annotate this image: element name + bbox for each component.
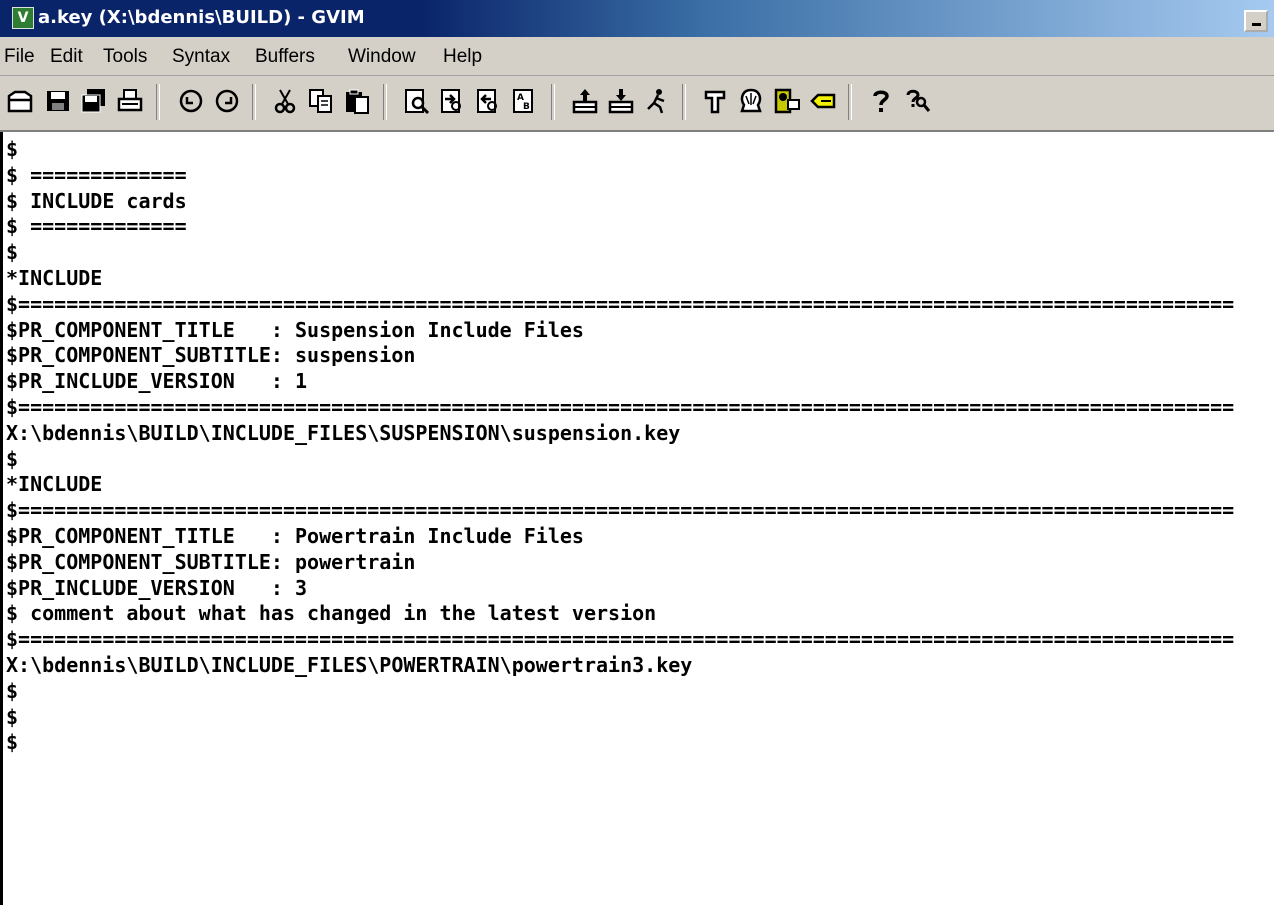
- code-line: $PR_COMPONENT_TITLE : Powertrain Include…: [6, 523, 584, 548]
- code-line: *INCLUDE: [6, 472, 103, 497]
- code-line: $: [6, 730, 19, 755]
- title-bar[interactable]: V a.key (X:\bdennis\BUILD) - GVIM: [0, 0, 1274, 37]
- code-line: $=======================================…: [6, 394, 1235, 419]
- toolbar-separator: [551, 84, 555, 120]
- open-button[interactable]: [5, 86, 35, 116]
- editor-text-area[interactable]: $ $ ============= $ INCLUDE cards $ ====…: [0, 132, 1274, 905]
- code-line: $PR_INCLUDE_VERSION : 3: [6, 575, 308, 600]
- menu-help[interactable]: Help: [443, 46, 482, 68]
- code-line: $PR_INCLUDE_VERSION : 1: [6, 369, 308, 394]
- toolbar-separator: [156, 84, 160, 120]
- window-title: a.key (X:\bdennis\BUILD) - GVIM: [38, 7, 365, 28]
- run-script-button[interactable]: [642, 86, 672, 116]
- open-icon: [7, 90, 33, 113]
- replace-button[interactable]: AB: [510, 86, 540, 116]
- print-icon: [117, 89, 143, 112]
- redo-icon: [215, 89, 239, 113]
- tag-jump-icon: [810, 93, 836, 109]
- save-button[interactable]: [43, 86, 73, 116]
- code-line: $ comment about what has changed in the …: [6, 601, 657, 626]
- menu-edit[interactable]: Edit: [50, 46, 83, 68]
- minimize-icon: [1252, 23, 1261, 26]
- undo-icon: [179, 89, 203, 113]
- toolbar: AB: [0, 76, 1274, 132]
- menu-window[interactable]: Window: [348, 46, 416, 68]
- save-session-button[interactable]: [606, 86, 636, 116]
- load-session-button[interactable]: [570, 86, 600, 116]
- copy-button[interactable]: [306, 86, 336, 116]
- cut-button[interactable]: [270, 86, 300, 116]
- toolbar-separator: [682, 84, 686, 120]
- toolbar-separator: [252, 84, 256, 120]
- svg-text:B: B: [523, 102, 530, 112]
- cut-icon: [274, 89, 296, 114]
- code-line: X:\bdennis\BUILD\INCLUDE_FILES\SUSPENSIO…: [6, 420, 681, 445]
- save-all-button[interactable]: [79, 86, 109, 116]
- code-line: $ =============: [6, 162, 187, 187]
- save-icon: [47, 91, 69, 111]
- help-find-button[interactable]: [902, 86, 932, 116]
- help-find-icon: [906, 89, 931, 112]
- menu-bar: File Edit Tools Syntax Buffers Window He…: [0, 37, 1274, 76]
- run-script-icon: [647, 89, 665, 114]
- find-button[interactable]: [402, 86, 432, 116]
- find-icon: [405, 89, 430, 115]
- code-line: $PR_COMPONENT_SUBTITLE: suspension: [6, 343, 416, 368]
- load-session-icon: [572, 89, 598, 114]
- make-button[interactable]: [700, 86, 730, 116]
- code-line: $: [6, 137, 19, 161]
- code-line: $PR_COMPONENT_TITLE : Suspension Include…: [6, 317, 584, 342]
- code-line: $=======================================…: [6, 498, 1235, 523]
- menu-buffers[interactable]: Buffers: [255, 46, 315, 68]
- undo-button[interactable]: [176, 86, 206, 116]
- toolbar-separator: [383, 84, 387, 120]
- shell-icon: [740, 88, 762, 113]
- editor-left-border: [0, 132, 3, 905]
- redo-button[interactable]: [212, 86, 242, 116]
- code-line: $: [6, 446, 19, 471]
- code-line: $PR_COMPONENT_SUBTITLE: powertrain: [6, 549, 416, 574]
- code-line: $: [6, 678, 19, 703]
- save-all-icon: [81, 89, 105, 113]
- code-line: $ INCLUDE cards: [6, 188, 187, 213]
- copy-icon: [309, 89, 332, 113]
- minimize-button[interactable]: [1244, 10, 1268, 32]
- menu-syntax[interactable]: Syntax: [172, 46, 230, 68]
- gvim-app-icon[interactable]: V: [12, 7, 34, 29]
- ctags-icon: [774, 88, 800, 114]
- menu-tools[interactable]: Tools: [103, 46, 147, 68]
- code-line: $: [6, 704, 19, 729]
- code-line: $=======================================…: [6, 291, 1235, 316]
- code-line: $ =============: [6, 214, 187, 239]
- help-button[interactable]: [866, 86, 896, 116]
- paste-button[interactable]: [342, 86, 372, 116]
- shell-button[interactable]: [736, 86, 766, 116]
- help-icon: [873, 90, 889, 112]
- tag-jump-button[interactable]: [808, 86, 838, 116]
- replace-icon: AB: [513, 89, 533, 113]
- save-session-icon: [608, 89, 634, 114]
- find-previous-icon: [477, 89, 497, 113]
- find-previous-button[interactable]: [474, 86, 504, 116]
- menu-file[interactable]: File: [4, 46, 35, 68]
- code-lines: $ $ ============= $ INCLUDE cards $ ====…: [6, 137, 1272, 756]
- toolbar-separator: [848, 84, 852, 120]
- paste-icon: [346, 89, 369, 114]
- code-line: $=======================================…: [6, 627, 1235, 652]
- print-button[interactable]: [115, 86, 145, 116]
- make-icon: [704, 90, 726, 114]
- code-line: $: [6, 240, 19, 265]
- code-line: X:\bdennis\BUILD\INCLUDE_FILES\POWERTRAI…: [6, 652, 693, 677]
- code-line: *INCLUDE: [6, 265, 103, 290]
- find-next-icon: [441, 89, 461, 113]
- find-next-button[interactable]: [438, 86, 468, 116]
- ctags-button[interactable]: [772, 86, 802, 116]
